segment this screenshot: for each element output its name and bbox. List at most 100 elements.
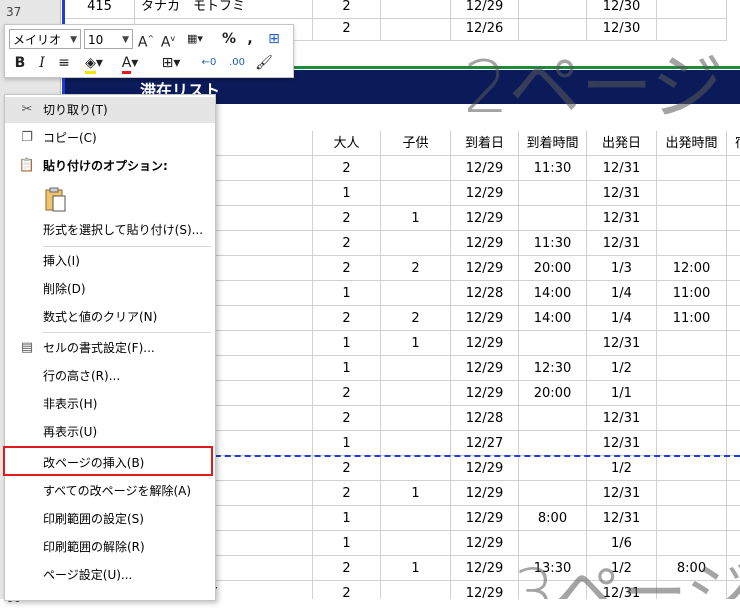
cell-depart[interactable]: 1/2 <box>587 456 657 481</box>
cell-dtime[interactable] <box>657 231 727 256</box>
cell-arrive[interactable]: 12/29 <box>451 331 519 356</box>
cell-depart[interactable]: 1/4 <box>587 306 657 331</box>
cell-child[interactable] <box>381 506 451 531</box>
cell-child[interactable] <box>381 181 451 206</box>
cell-adult[interactable]: 1 <box>313 181 381 206</box>
cell-atime[interactable] <box>519 431 587 456</box>
cell-depart[interactable]: 12/31 <box>587 506 657 531</box>
cell-extra[interactable] <box>727 306 740 331</box>
cell-depart[interactable]: 1/4 <box>587 281 657 306</box>
cell-depart[interactable]: 12/31 <box>587 481 657 506</box>
cell-arrive[interactable]: 12/29 <box>451 556 519 581</box>
cell-dtime[interactable] <box>657 406 727 431</box>
bold-icon[interactable]: B <box>11 52 29 74</box>
cell-dtime[interactable] <box>657 181 727 206</box>
cell-arrive[interactable]: 12/28 <box>451 281 519 306</box>
cell-adult[interactable]: 1 <box>313 331 381 356</box>
cell-adult[interactable]: 1 <box>313 531 381 556</box>
menu-item-reset-page-breaks[interactable]: すべての改ページを解除(A) <box>5 478 215 504</box>
cell-atime[interactable]: 20:00 <box>519 381 587 406</box>
cell-depart[interactable]: 12/31 <box>587 156 657 181</box>
cell-arrive[interactable]: 12/29 <box>451 206 519 231</box>
increase-decimal-icon[interactable]: ←0 <box>197 52 221 74</box>
font-name-box[interactable]: メイリオ ▼ <box>9 29 81 49</box>
cell-adult[interactable]: 1 <box>313 506 381 531</box>
cell-depart[interactable]: 12/31 <box>587 181 657 206</box>
cell-extra[interactable] <box>727 256 740 281</box>
cell-depart[interactable]: 1/2 <box>587 356 657 381</box>
currency-format-icon[interactable]: ▦▾ <box>180 28 210 50</box>
cell-adult[interactable]: 2 <box>313 256 381 281</box>
font-size-box[interactable]: 10 ▼ <box>84 29 133 49</box>
cell-child[interactable] <box>381 456 451 481</box>
cell-extra[interactable] <box>727 181 740 206</box>
cell-atime[interactable]: 11:30 <box>519 231 587 256</box>
cell-child[interactable]: 1 <box>381 331 451 356</box>
cell-dtime[interactable] <box>657 206 727 231</box>
header-dtime[interactable]: 出発時間 <box>657 131 727 156</box>
cell-child[interactable]: 1 <box>381 556 451 581</box>
italic-icon[interactable]: I <box>33 52 51 74</box>
cell-arrive[interactable]: 12/29 <box>451 306 519 331</box>
cell-depart[interactable]: 1/1 <box>587 381 657 406</box>
chevron-down-icon[interactable]: ▼ <box>122 30 129 50</box>
menu-item-insert[interactable]: 挿入(I) <box>5 248 215 274</box>
menu-item-page-setup[interactable]: ページ設定(U)... <box>5 562 215 588</box>
cell-arrive[interactable]: 12/28 <box>451 406 519 431</box>
cell-atime[interactable]: 8:00 <box>519 506 587 531</box>
menu-item-set-print-area[interactable]: 印刷範囲の設定(S) <box>5 506 215 532</box>
cell-extra[interactable] <box>727 381 740 406</box>
menu-item-row-height[interactable]: 行の高さ(R)... <box>5 363 215 389</box>
cell-dtime[interactable] <box>657 456 727 481</box>
cell-extra[interactable] <box>727 356 740 381</box>
cell-adult[interactable]: 2 <box>313 406 381 431</box>
cell-atime[interactable]: 14:00 <box>519 281 587 306</box>
merge-center-icon[interactable]: ⊞ <box>263 28 285 50</box>
cell-atime[interactable]: 20:00 <box>519 256 587 281</box>
cell-atime[interactable] <box>519 331 587 356</box>
cell-arrive[interactable]: 12/29 <box>451 456 519 481</box>
cell-dtime[interactable]: 11:00 <box>657 281 727 306</box>
font-color-icon[interactable]: A▾ <box>115 52 145 74</box>
menu-item-delete[interactable]: 削除(D) <box>5 276 215 302</box>
header-arrive[interactable]: 到着日 <box>451 131 519 156</box>
cell-child[interactable] <box>381 231 451 256</box>
cell-child[interactable] <box>381 156 451 181</box>
menu-item-paste-special[interactable]: 形式を選択して貼り付け(S)... <box>5 217 215 243</box>
cell-arrive[interactable]: 12/29 <box>451 156 519 181</box>
paste-button-icon[interactable] <box>45 187 67 213</box>
cell-child[interactable] <box>381 381 451 406</box>
cell-adult[interactable]: 2 <box>313 456 381 481</box>
cell-depart[interactable]: 12/31 <box>587 231 657 256</box>
cell-arrive[interactable]: 12/29 <box>451 506 519 531</box>
cell-child[interactable] <box>381 16 451 41</box>
increase-font-icon[interactable]: A^ <box>136 28 156 51</box>
cell-arrive[interactable]: 12/29 <box>451 356 519 381</box>
format-painter-icon[interactable]: 🖌 <box>253 52 275 74</box>
cell-arrive[interactable]: 12/29 <box>451 531 519 556</box>
cell-atime[interactable] <box>519 206 587 231</box>
cell-adult[interactable]: 2 <box>313 381 381 406</box>
comma-style-icon[interactable]: , <box>242 28 258 50</box>
cell-atime[interactable] <box>519 406 587 431</box>
cell-adult[interactable]: 1 <box>313 356 381 381</box>
menu-item-hide[interactable]: 非表示(H) <box>5 391 215 417</box>
cell-dtime[interactable] <box>657 156 727 181</box>
cell-atime[interactable]: 12:30 <box>519 356 587 381</box>
menu-item-clear-print-area[interactable]: 印刷範囲の解除(R) <box>5 534 215 560</box>
cell-extra[interactable] <box>727 156 740 181</box>
cell-adult[interactable]: 2 <box>313 306 381 331</box>
cell-dtime[interactable] <box>657 506 727 531</box>
cell-adult[interactable]: 2 <box>313 206 381 231</box>
header-extra[interactable]: 宿 <box>727 131 740 156</box>
cell-child[interactable] <box>381 356 451 381</box>
cell-arrive[interactable]: 12/29 <box>451 231 519 256</box>
cell-extra[interactable] <box>727 231 740 256</box>
menu-item-unhide[interactable]: 再表示(U) <box>5 419 215 445</box>
cell-adult[interactable]: 2 <box>313 481 381 506</box>
cell-atime[interactable]: 11:30 <box>519 156 587 181</box>
cell-depart[interactable]: 1/3 <box>587 256 657 281</box>
cell-child[interactable] <box>381 281 451 306</box>
decrease-font-icon[interactable]: Av <box>158 28 178 51</box>
percent-style-icon[interactable]: % <box>219 28 239 50</box>
